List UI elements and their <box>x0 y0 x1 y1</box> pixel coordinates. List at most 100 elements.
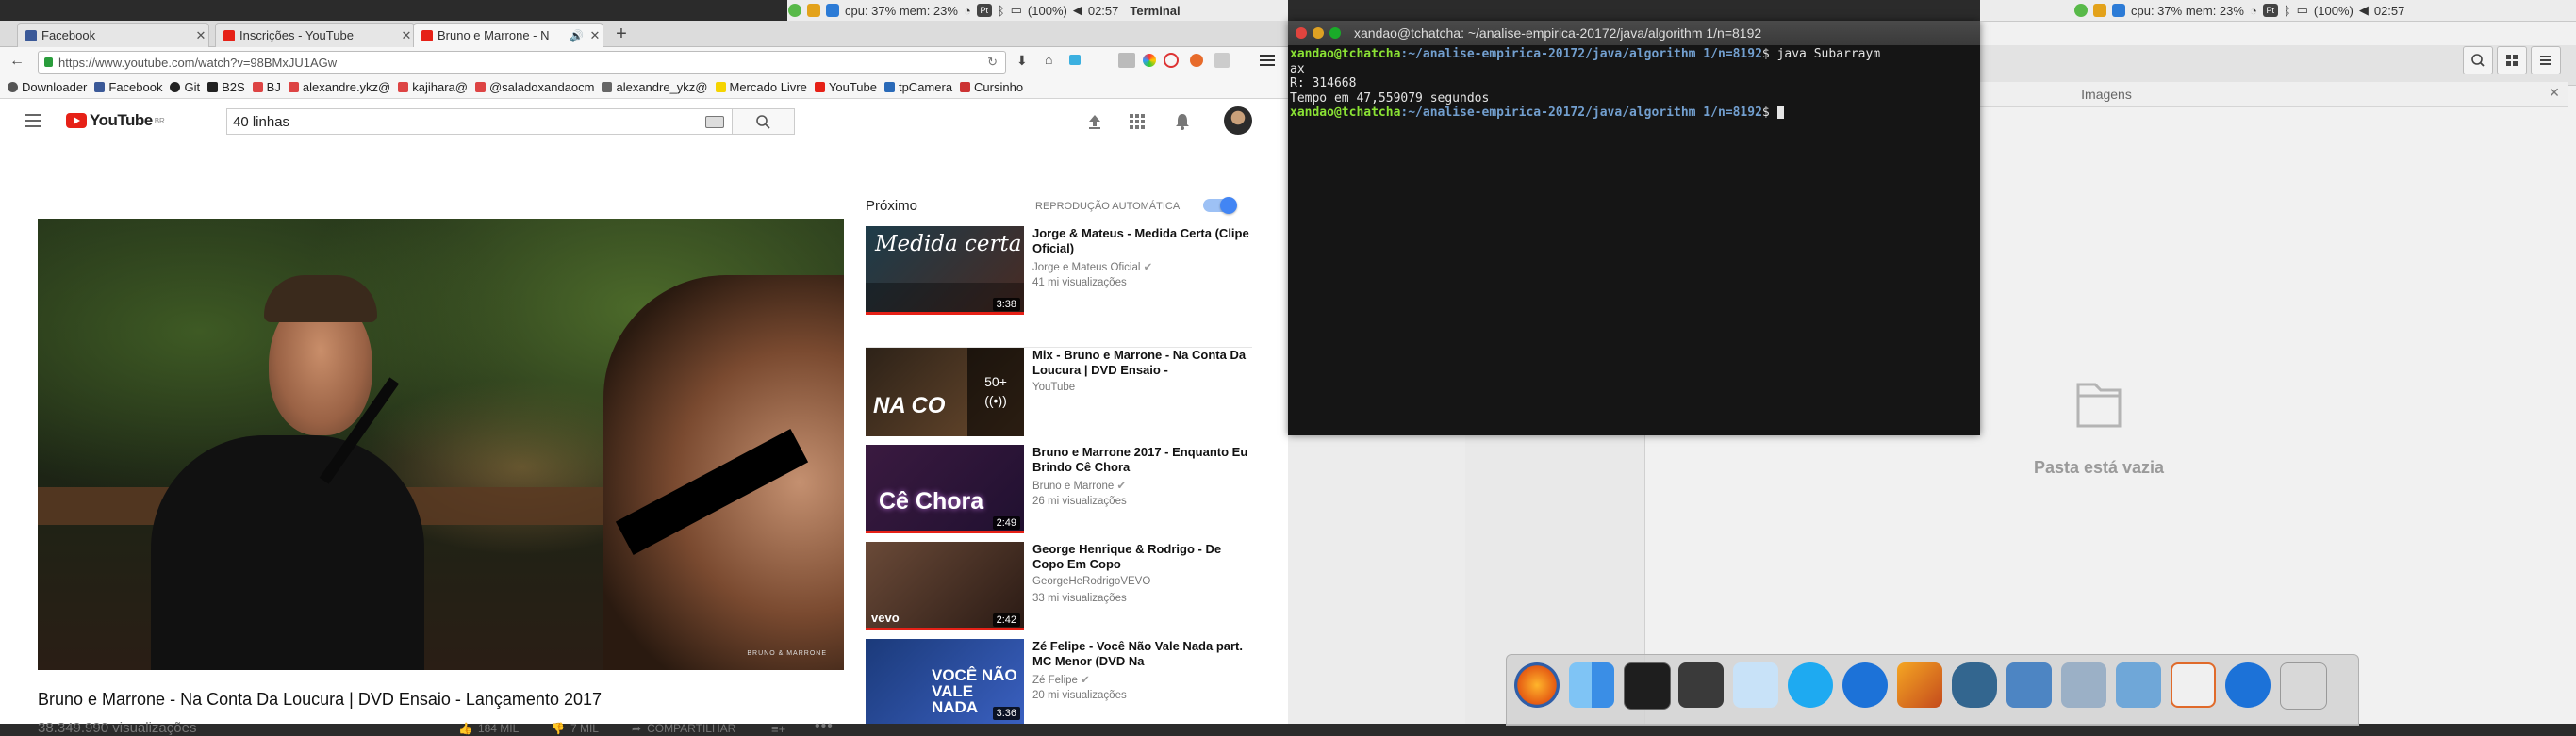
matlab-icon[interactable] <box>1897 662 1942 708</box>
bookmark-git[interactable]: Git <box>170 80 200 94</box>
recommendation-item-mix[interactable]: NA CO 50+ ((•)) Mix - Bruno e Marrone - … <box>866 348 1262 442</box>
more-actions-icon[interactable]: ••• <box>815 718 834 735</box>
notifications-bell-icon[interactable] <box>1175 113 1190 130</box>
wifi-icon[interactable]: ◔ <box>964 4 971 18</box>
keyboard-icon[interactable] <box>705 115 724 128</box>
teamviewer-icon[interactable] <box>826 4 839 17</box>
audio-playing-icon[interactable]: 🔊 <box>570 29 584 42</box>
bookmark-mercado-livre[interactable]: Mercado Livre <box>715 80 807 94</box>
extension-icon[interactable] <box>1118 53 1135 68</box>
bookmark-saladoxandaocm[interactable]: @saladoxandaocm <box>474 80 594 94</box>
bookmark-alexandre-ykz[interactable]: alexandre.ykz@ <box>288 80 390 94</box>
bluetooth-icon[interactable]: ᛒ <box>2284 4 2291 18</box>
extension-icon[interactable] <box>1214 53 1230 68</box>
dropbox-icon[interactable] <box>1733 662 1778 708</box>
like-button[interactable]: 👍 184 MIL <box>458 722 519 735</box>
recommendation-item[interactable]: Cê Chora 2:49 Bruno e Marrone 2017 - Enq… <box>866 445 1262 539</box>
storage-icon[interactable] <box>807 4 820 17</box>
storage-icon[interactable] <box>2093 4 2106 17</box>
close-tab-icon[interactable]: ✕ <box>193 28 208 43</box>
volume-icon[interactable]: ◀ <box>2359 3 2369 18</box>
system-stats: cpu: 37% mem: 23% <box>845 3 958 18</box>
terminal-window[interactable]: xandao@tchatcha: ~/analise-empirica-2017… <box>1288 21 1980 435</box>
download-icon[interactable]: ⬇ <box>1016 53 1028 69</box>
network-icon[interactable] <box>2171 662 2216 708</box>
update-icon[interactable] <box>2074 4 2088 17</box>
firefox-icon[interactable] <box>1514 662 1560 708</box>
menu-button[interactable] <box>2531 46 2561 74</box>
youtube-logo[interactable]: YouTube BR <box>66 111 165 130</box>
keyboard-layout-icon[interactable]: Pt <box>2262 4 2278 17</box>
extension-icon[interactable] <box>1069 55 1081 65</box>
mysql-workbench-icon[interactable] <box>2006 662 2052 708</box>
upload-icon[interactable] <box>1086 113 1103 130</box>
recommendation-item[interactable]: Medida certa 3:38 Jorge & Mateus - Medid… <box>866 226 1262 320</box>
home-icon[interactable]: ⌂ <box>1045 52 1052 67</box>
teamviewer-dock-icon-2[interactable] <box>2225 662 2271 708</box>
bookmark-downloader[interactable]: Downloader <box>8 80 87 94</box>
volume-icon[interactable]: ◀ <box>1073 3 1082 18</box>
close-tab-icon[interactable]: ✕ <box>2545 85 2564 104</box>
wifi-icon[interactable]: ◔ <box>2250 4 2257 18</box>
extension-icon[interactable] <box>1164 53 1179 68</box>
vevo-logo: vevo <box>871 611 900 625</box>
search-input[interactable]: 40 linhas <box>226 108 733 135</box>
recommendation-views: 41 mi visualizações <box>1032 277 1127 288</box>
extension-icon[interactable] <box>1143 54 1156 67</box>
bookmark-facebook[interactable]: Facebook <box>94 80 162 94</box>
clock[interactable]: 02:57 <box>1088 4 1119 18</box>
bookmark-bj[interactable]: BJ <box>252 80 281 94</box>
back-icon[interactable]: ← <box>9 53 25 70</box>
new-tab-button[interactable]: + <box>611 24 632 44</box>
bookmark-label: alexandre_ykz@ <box>616 79 708 94</box>
clock[interactable]: 02:57 <box>2374 4 2405 18</box>
share-button[interactable]: ➦ COMPARTILHAR <box>632 722 735 735</box>
minimize-window-button[interactable] <box>1313 27 1324 39</box>
location-tab-label: Imagens <box>2081 87 2132 102</box>
tab-inscricoes[interactable]: Inscrições - YouTube ✕ <box>215 23 415 47</box>
teamviewer-dock-icon[interactable] <box>1842 662 1888 708</box>
search-button[interactable] <box>733 108 795 135</box>
bookmark-tpcamera[interactable]: tpCamera <box>883 80 952 94</box>
guide-menu-icon[interactable] <box>25 114 41 127</box>
recommendation-item[interactable]: VOCÊ NÃO VALE NADA 3:36 Zé Felipe - Você… <box>866 639 1262 724</box>
teamviewer-icon[interactable] <box>2112 4 2125 17</box>
address-bar[interactable]: https://www.youtube.com/watch?v=98BMxJU1… <box>38 51 1006 74</box>
dislike-button[interactable]: 👎 7 MIL <box>551 722 599 735</box>
postgresql-icon[interactable] <box>1952 662 1997 708</box>
tab-facebook[interactable]: Facebook ✕ <box>17 23 209 47</box>
keyboard-layout-icon[interactable]: Pt <box>976 4 992 17</box>
terminal-icon[interactable] <box>1624 662 1671 710</box>
recommendation-item[interactable]: vevo 2:42 George Henrique & Rodrigo - De… <box>866 542 1262 636</box>
skype-icon[interactable] <box>1788 662 1833 708</box>
autoplay-toggle[interactable] <box>1203 197 1237 214</box>
maximize-window-button[interactable] <box>1329 27 1341 39</box>
view-toggle-button[interactable] <box>2497 46 2527 74</box>
reload-icon[interactable]: ↻ <box>987 55 998 70</box>
browser-menu-icon[interactable] <box>1260 53 1275 68</box>
close-tab-icon[interactable]: ✕ <box>587 28 603 43</box>
code-editor-icon[interactable] <box>1678 662 1724 708</box>
bluetooth-icon[interactable]: ᛒ <box>998 4 1005 18</box>
bookmark-b2s[interactable]: B2S <box>207 80 245 94</box>
screenshot-icon[interactable] <box>2061 662 2106 708</box>
bookmark-label: Downloader <box>22 79 88 94</box>
close-tab-icon[interactable]: ✕ <box>399 28 414 43</box>
bookmark-cursinho[interactable]: Cursinho <box>960 80 1023 94</box>
system-tool-icon[interactable] <box>2280 662 2327 710</box>
bookmark-youtube[interactable]: YouTube <box>814 80 877 94</box>
add-to-playlist-icon[interactable]: ≡+ <box>771 722 785 736</box>
bookmark-kajihara[interactable]: kajihara@ <box>398 80 468 94</box>
terminal-content[interactable]: xandao@tchatcha:~/analise-empirica-20172… <box>1288 45 1980 121</box>
search-button[interactable] <box>2463 46 2493 74</box>
close-window-button[interactable] <box>1296 27 1307 39</box>
virtualbox-icon[interactable] <box>2116 662 2161 708</box>
apps-icon[interactable] <box>1130 114 1145 129</box>
extension-icon[interactable] <box>1190 54 1203 67</box>
finder-icon[interactable] <box>1569 662 1614 708</box>
tab-current-video[interactable]: Bruno e Marrone - N 🔊 ✕ <box>413 23 603 47</box>
avatar[interactable] <box>1224 106 1252 135</box>
video-player[interactable]: BRUNO & MARRONE <box>38 219 844 670</box>
update-icon[interactable] <box>788 4 801 17</box>
bookmark-alexandre-underscore[interactable]: alexandre_ykz@ <box>602 79 708 94</box>
